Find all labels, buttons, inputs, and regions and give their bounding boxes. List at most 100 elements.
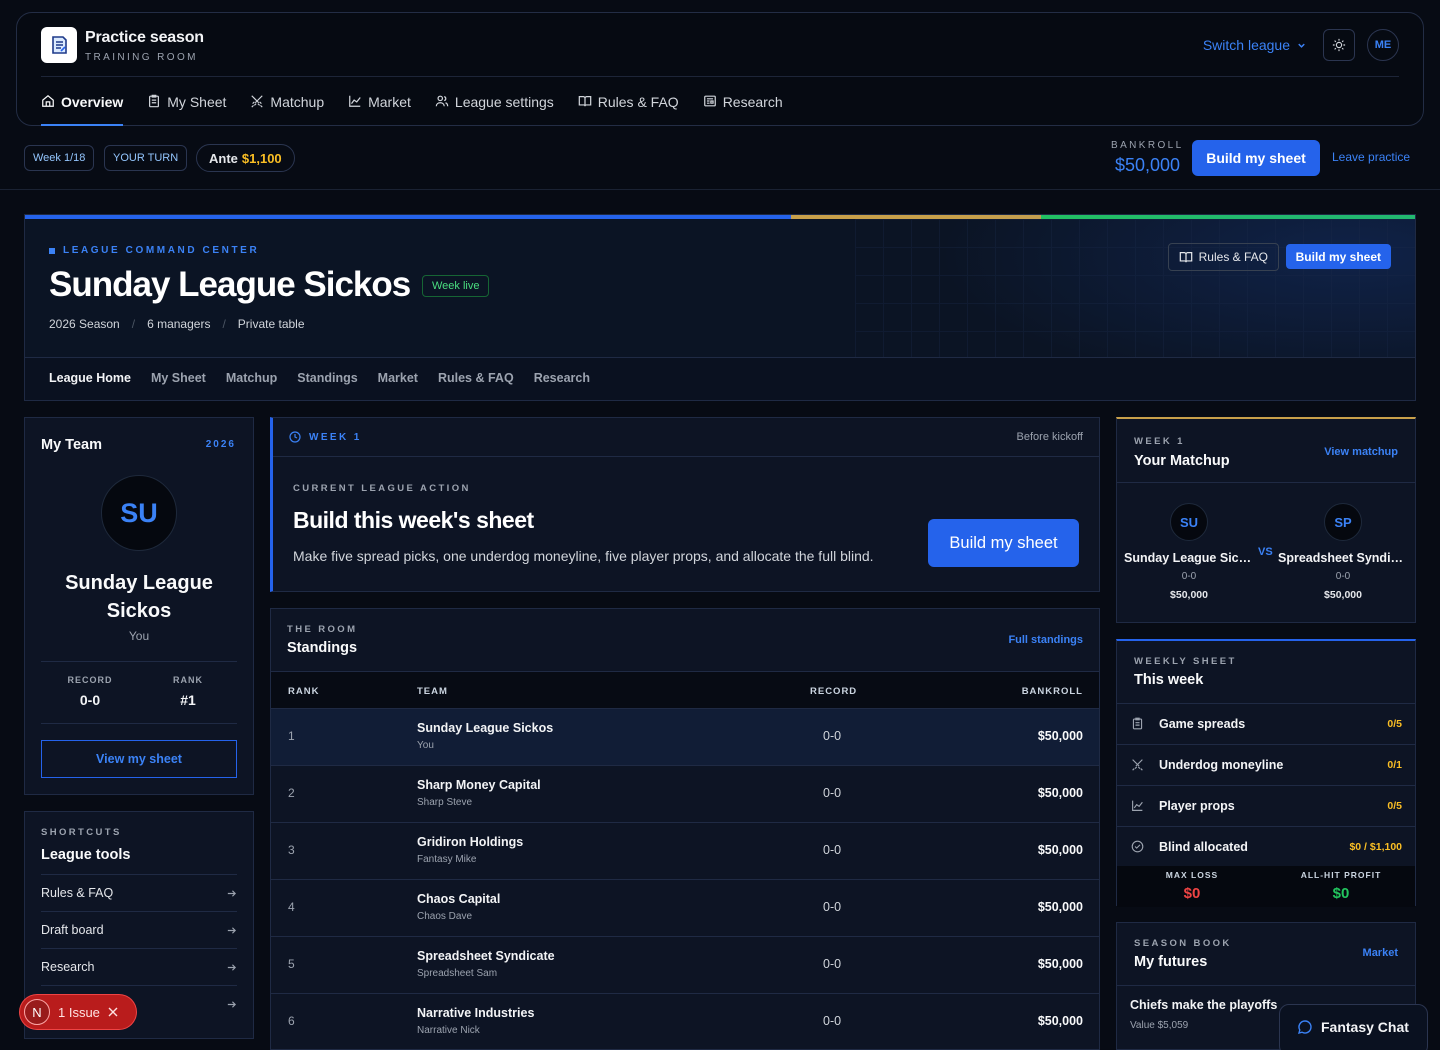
max-loss-stat: MAX LOSS $0 [1117,866,1267,902]
hero-rules-button[interactable]: Rules & FAQ [1167,243,1279,271]
weekly-title: This week [1134,672,1204,688]
row-rank: 4 [288,900,295,914]
table-row[interactable]: 3 Gridiron Holdings Fantasy Mike 0-0 $50… [271,823,1099,880]
row-team: Sharp Money Capital [417,778,541,792]
nav-league-settings[interactable]: League settings [435,93,554,126]
tab-matchup[interactable]: Matchup [226,358,277,400]
chat-label: Fantasy Chat [1321,1019,1409,1035]
hero-build-button[interactable]: Build my sheet [1285,244,1391,269]
view-my-sheet-button[interactable]: View my sheet [41,740,237,778]
action-week: WEEK 1 [289,431,362,443]
nav-rules-faq[interactable]: Rules & FAQ [578,93,679,126]
weekly-row-blind[interactable]: Blind allocated $0 / $1,100 [1117,826,1415,867]
tab-rules-faq[interactable]: Rules & FAQ [438,358,514,400]
weekly-row-label: Player props [1159,799,1235,813]
futures-title: My futures [1134,954,1208,970]
user-avatar[interactable]: ME [1367,29,1399,61]
table-row[interactable]: 4 Chaos Capital Chaos Dave 0-0 $50,000 [271,880,1099,937]
tab-my-sheet[interactable]: My Sheet [151,358,206,400]
rank-value: #1 [180,692,196,708]
rank-label: RANK [173,675,203,685]
my-team-card: My Team 2026 SU Sunday League Sickos You… [24,417,254,795]
team-name: Sunday League Sickos [65,572,213,622]
switch-league-button[interactable]: Switch league [1203,37,1307,53]
nav-matchup[interactable]: Matchup [250,93,324,126]
nav-overview-label: Overview [61,94,124,110]
meta-separator: / [222,317,226,331]
weekly-row-spreads[interactable]: Game spreads 0/5 [1117,703,1415,744]
future-name[interactable]: Chiefs make the playoffs [1130,998,1277,1012]
team-owner: You [128,629,150,643]
tab-market[interactable]: Market [378,358,418,400]
nav-my-sheet[interactable]: My Sheet [147,93,226,126]
market-link[interactable]: Market [1363,947,1398,959]
leave-practice-link[interactable]: Leave practice [1332,150,1410,164]
clipboard-icon [149,94,160,108]
col-team: TEAM [417,686,448,697]
weekly-row-label: Blind allocated [1159,840,1248,854]
matchup-title: Your Matchup [1134,453,1230,469]
tool-research[interactable]: Research [41,948,237,985]
row-rank: 6 [288,1014,295,1028]
theme-toggle-button[interactable] [1323,29,1355,61]
bankroll-value: $50,000 [1115,155,1181,175]
profit-value: $0 [1332,885,1350,902]
tab-league-home[interactable]: League Home [49,358,131,400]
close-icon[interactable] [108,1007,118,1017]
max-loss-label: MAX LOSS [1165,870,1219,880]
row-record: 0-0 [823,1014,842,1028]
tab-standings[interactable]: Standings [297,358,357,400]
swords-icon [251,95,264,108]
standings-title: Standings [287,640,358,656]
row-record: 0-0 [823,900,842,914]
row-team: Spreadsheet Syndicate [417,949,555,963]
divider [1117,985,1415,986]
table-row[interactable]: 2 Sharp Money Capital Sharp Steve 0-0 $5… [271,766,1099,823]
fantasy-chat-button[interactable]: Fantasy Chat [1279,1004,1428,1050]
weekly-row-props[interactable]: Player props 0/5 [1117,785,1415,826]
issue-badge[interactable]: N 1 Issue [20,995,136,1029]
divider [41,661,237,662]
app-logo[interactable] [41,27,77,63]
my-team-year: 2026 [205,439,236,450]
nav-matchup-label: Matchup [270,94,325,110]
switch-league-label: Switch league [1202,37,1290,53]
nav-research[interactable]: Research [703,93,783,126]
main-nav: Overview My Sheet Matchup Market League … [41,93,783,126]
nav-overview[interactable]: Overview [41,93,124,126]
table-row[interactable]: 1 Sunday League Sickos You 0-0 $50,000 [271,709,1099,766]
arrow-right-icon [227,1000,237,1008]
away-team-name: Spreadsheet Syndicate [1278,551,1408,565]
book-icon [1179,252,1192,263]
weekly-row-value: 0/5 [1387,718,1402,730]
view-matchup-link[interactable]: View matchup [1324,446,1398,458]
hero-grid-pattern [855,219,1415,358]
divider [1117,482,1415,483]
table-row[interactable]: 5 Spreadsheet Syndicate Spreadsheet Sam … [271,937,1099,994]
build-sheet-button[interactable]: Build my sheet [1192,140,1320,176]
issue-label: 1 Issue [58,1004,100,1020]
weekly-row-moneyline[interactable]: Underdog moneyline 0/1 [1117,744,1415,785]
header-divider [41,76,1399,77]
weekly-row-label: Game spreads [1159,717,1246,731]
league-title: Sunday League Sickos [49,265,411,304]
weekly-sheet-card: WEEKLY SHEET This week Game spreads 0/5 … [1116,639,1416,907]
tool-rules-faq[interactable]: Rules & FAQ [41,874,237,911]
action-build-button[interactable]: Build my sheet [928,519,1079,567]
weekly-row-value: 0/5 [1387,800,1402,812]
hero-rules-label: Rules & FAQ [1198,250,1268,264]
col-bankroll: BANKROLL [1021,686,1083,697]
nav-market[interactable]: Market [348,93,411,126]
table-row[interactable]: 6 Narrative Industries Narrative Nick 0-… [271,994,1099,1050]
away-team-record: 0-0 [1335,571,1351,582]
home-team-record: 0-0 [1181,571,1197,582]
row-bankroll: $50,000 [1037,957,1083,971]
tab-research[interactable]: Research [534,358,590,400]
meta-privacy: Private table [237,317,305,331]
row-team: Narrative Industries [417,1006,535,1020]
week-pill: Week 1/18 [24,145,95,171]
full-standings-link[interactable]: Full standings [1008,634,1083,646]
future-value: Value $5,059 [1130,1020,1189,1031]
tool-draft-board[interactable]: Draft board [41,911,237,948]
league-meta: 2026 Season / 6 managers / Private table [49,317,305,331]
